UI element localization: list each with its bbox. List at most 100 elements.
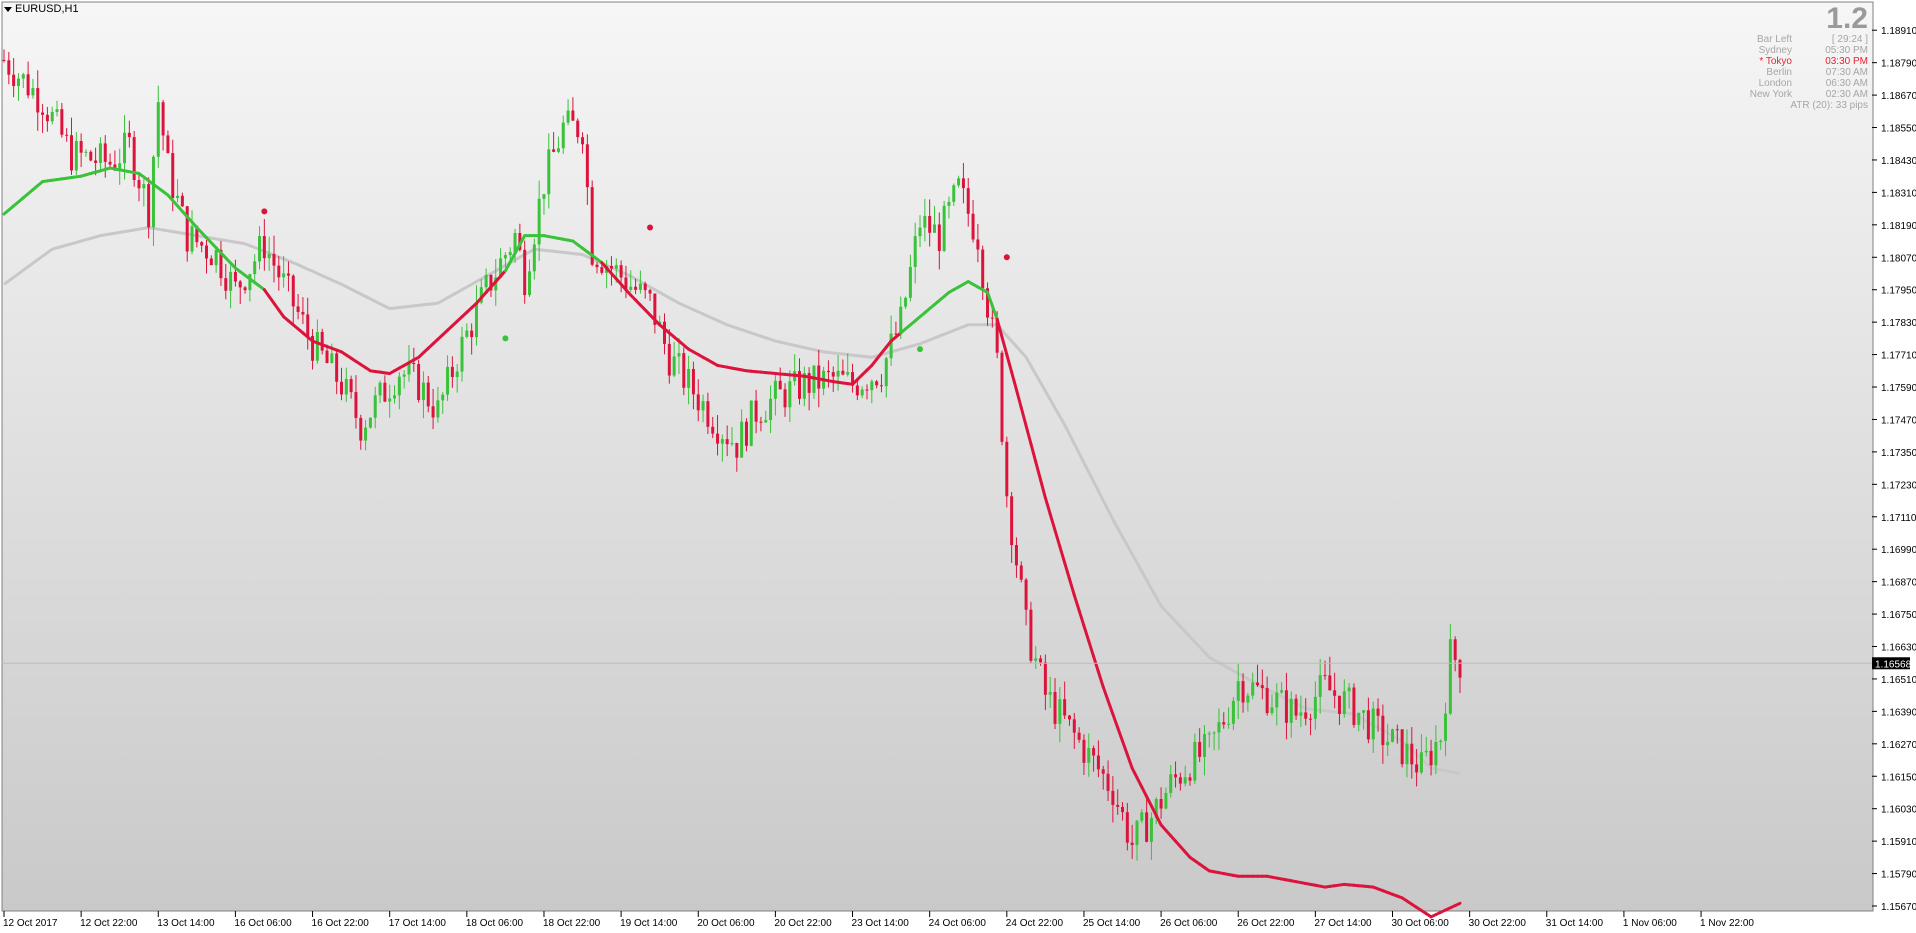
candle-body [1458,659,1462,678]
signal-dot-buy [917,346,924,353]
candle-body [595,264,599,268]
candle-body [1087,748,1091,763]
candle-body [69,135,73,171]
candle-body [330,353,334,363]
candle-body [378,382,382,396]
candle-body [508,251,512,256]
candle-body [151,156,155,228]
info-label: Berlin [1766,67,1792,78]
candle-body [1371,708,1375,740]
candle-body [127,132,131,138]
candle-body [865,389,869,391]
candle-body [417,364,421,400]
candle-body [1034,658,1038,661]
candle-body [672,356,676,376]
candle-body [600,267,604,273]
price-chart[interactable]: 1.18910 1.18790 1.18670 1.18550 1.18430 1.183… [0,0,1916,933]
candle-body [142,184,146,189]
y-tick-label: 1.17950 [1881,286,1916,297]
y-tick-label: 1.18910 [1881,26,1916,37]
y-tick-label: 1.16510 [1881,675,1916,686]
candle-body [537,198,541,245]
candle-body [730,442,734,445]
candle-body [1444,713,1448,741]
candle-body [1207,733,1211,735]
candle-body [1019,565,1023,580]
candle-body [1323,675,1327,677]
candle-body [1140,812,1144,821]
candle-body [614,265,618,269]
candle-body [860,389,864,396]
candle-body [1337,695,1341,714]
candle-body [1415,764,1419,773]
candle-body [691,368,695,395]
candle-body [923,215,927,228]
x-tick-label: 18 Oct 06:00 [466,918,524,929]
x-tick-label: 19 Oct 14:00 [620,918,678,929]
candle-body [21,74,25,79]
candle-body [1299,712,1303,716]
candle-body [1313,696,1317,719]
candle-body [315,331,319,361]
x-tick-label: 20 Oct 22:00 [774,918,832,929]
candle-body [1096,755,1100,770]
candle-body [1284,690,1288,723]
candle-body [89,151,93,161]
fast-ma-segment [1453,901,1462,908]
info-label: Sydney [1758,45,1792,56]
candle-body [1092,748,1096,756]
candle-body [306,314,310,336]
candle-body [937,224,941,251]
candle-body [576,120,580,138]
candle-body [1294,698,1298,716]
candle-body [556,148,560,152]
candle-body [1130,842,1134,845]
chart-title-bar[interactable]: EURUSD,H1 [4,3,79,15]
chart-symbol-label: EURUSD,H1 [15,3,79,15]
candle-body [325,350,329,363]
y-tick-label: 1.15670 [1881,902,1916,913]
candle-body [1280,690,1284,693]
x-tick-label: 26 Oct 06:00 [1160,918,1218,929]
candle-body [1159,798,1163,809]
candle-body [826,370,830,373]
candle-body [870,381,874,391]
candle-body [31,88,35,96]
candle-body [1174,774,1178,778]
candle-body [1270,707,1274,714]
candle-body [296,306,300,312]
candle-body [759,421,763,423]
y-tick-label: 1.18670 [1881,91,1916,102]
candle-body [1376,708,1380,716]
signal-dot-sell [647,224,654,231]
candle-body [214,249,218,266]
info-row-london: London 06:30 AM [1668,78,1868,89]
x-tick-label: 1 Nov 06:00 [1623,918,1677,929]
candle-body [609,265,613,269]
candle-body [176,195,180,199]
y-tick-label: 1.16270 [1881,740,1916,751]
info-value: 02:30 AM [1825,89,1868,100]
candle-body [383,382,387,402]
candle-body [470,330,474,338]
y-tick-label: 1.18550 [1881,124,1916,135]
info-value: [ 29:24 ] [1831,34,1868,45]
candle-body [1453,639,1457,660]
candle-body [1429,750,1433,766]
candle-body [913,236,917,267]
candle-body [1183,777,1187,784]
candle-body [233,271,237,282]
candle-body [190,226,194,252]
chart-window[interactable]: 1.18910 1.18790 1.18670 1.18550 1.18430 1.183… [0,0,1916,933]
candle-body [1053,691,1057,724]
chevron-down-icon[interactable] [4,6,12,12]
candle-body [50,112,54,122]
candle-body [716,433,720,444]
candle-body [267,253,271,259]
candle-body [320,331,324,351]
candle-body [836,370,840,377]
candle-body [523,249,527,296]
candle-body [749,400,753,446]
signal-dot-sell [1003,254,1010,261]
candle-body [1101,769,1105,774]
